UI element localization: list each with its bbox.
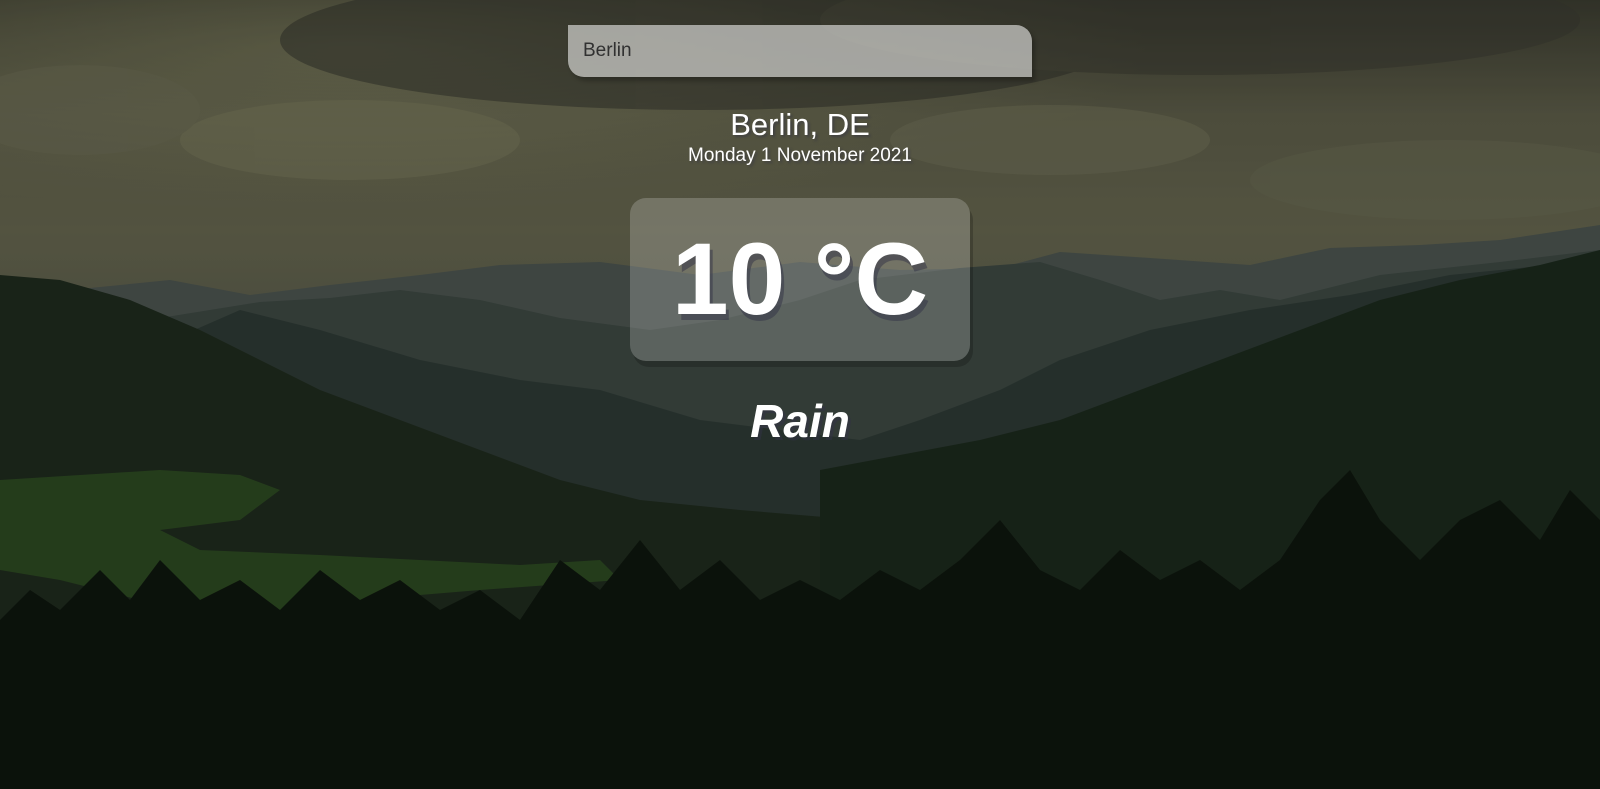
weather-condition: Rain [750,395,850,447]
location-name: Berlin, DE [730,107,870,142]
search-input[interactable] [568,25,1032,77]
temperature-display: 10 °C [630,198,970,361]
current-date: Monday 1 November 2021 [688,145,912,166]
location-box: Berlin, DE Monday 1 November 2021 [0,106,1600,168]
weather-app: Berlin, DE Monday 1 November 2021 10 °C … [0,0,1600,789]
